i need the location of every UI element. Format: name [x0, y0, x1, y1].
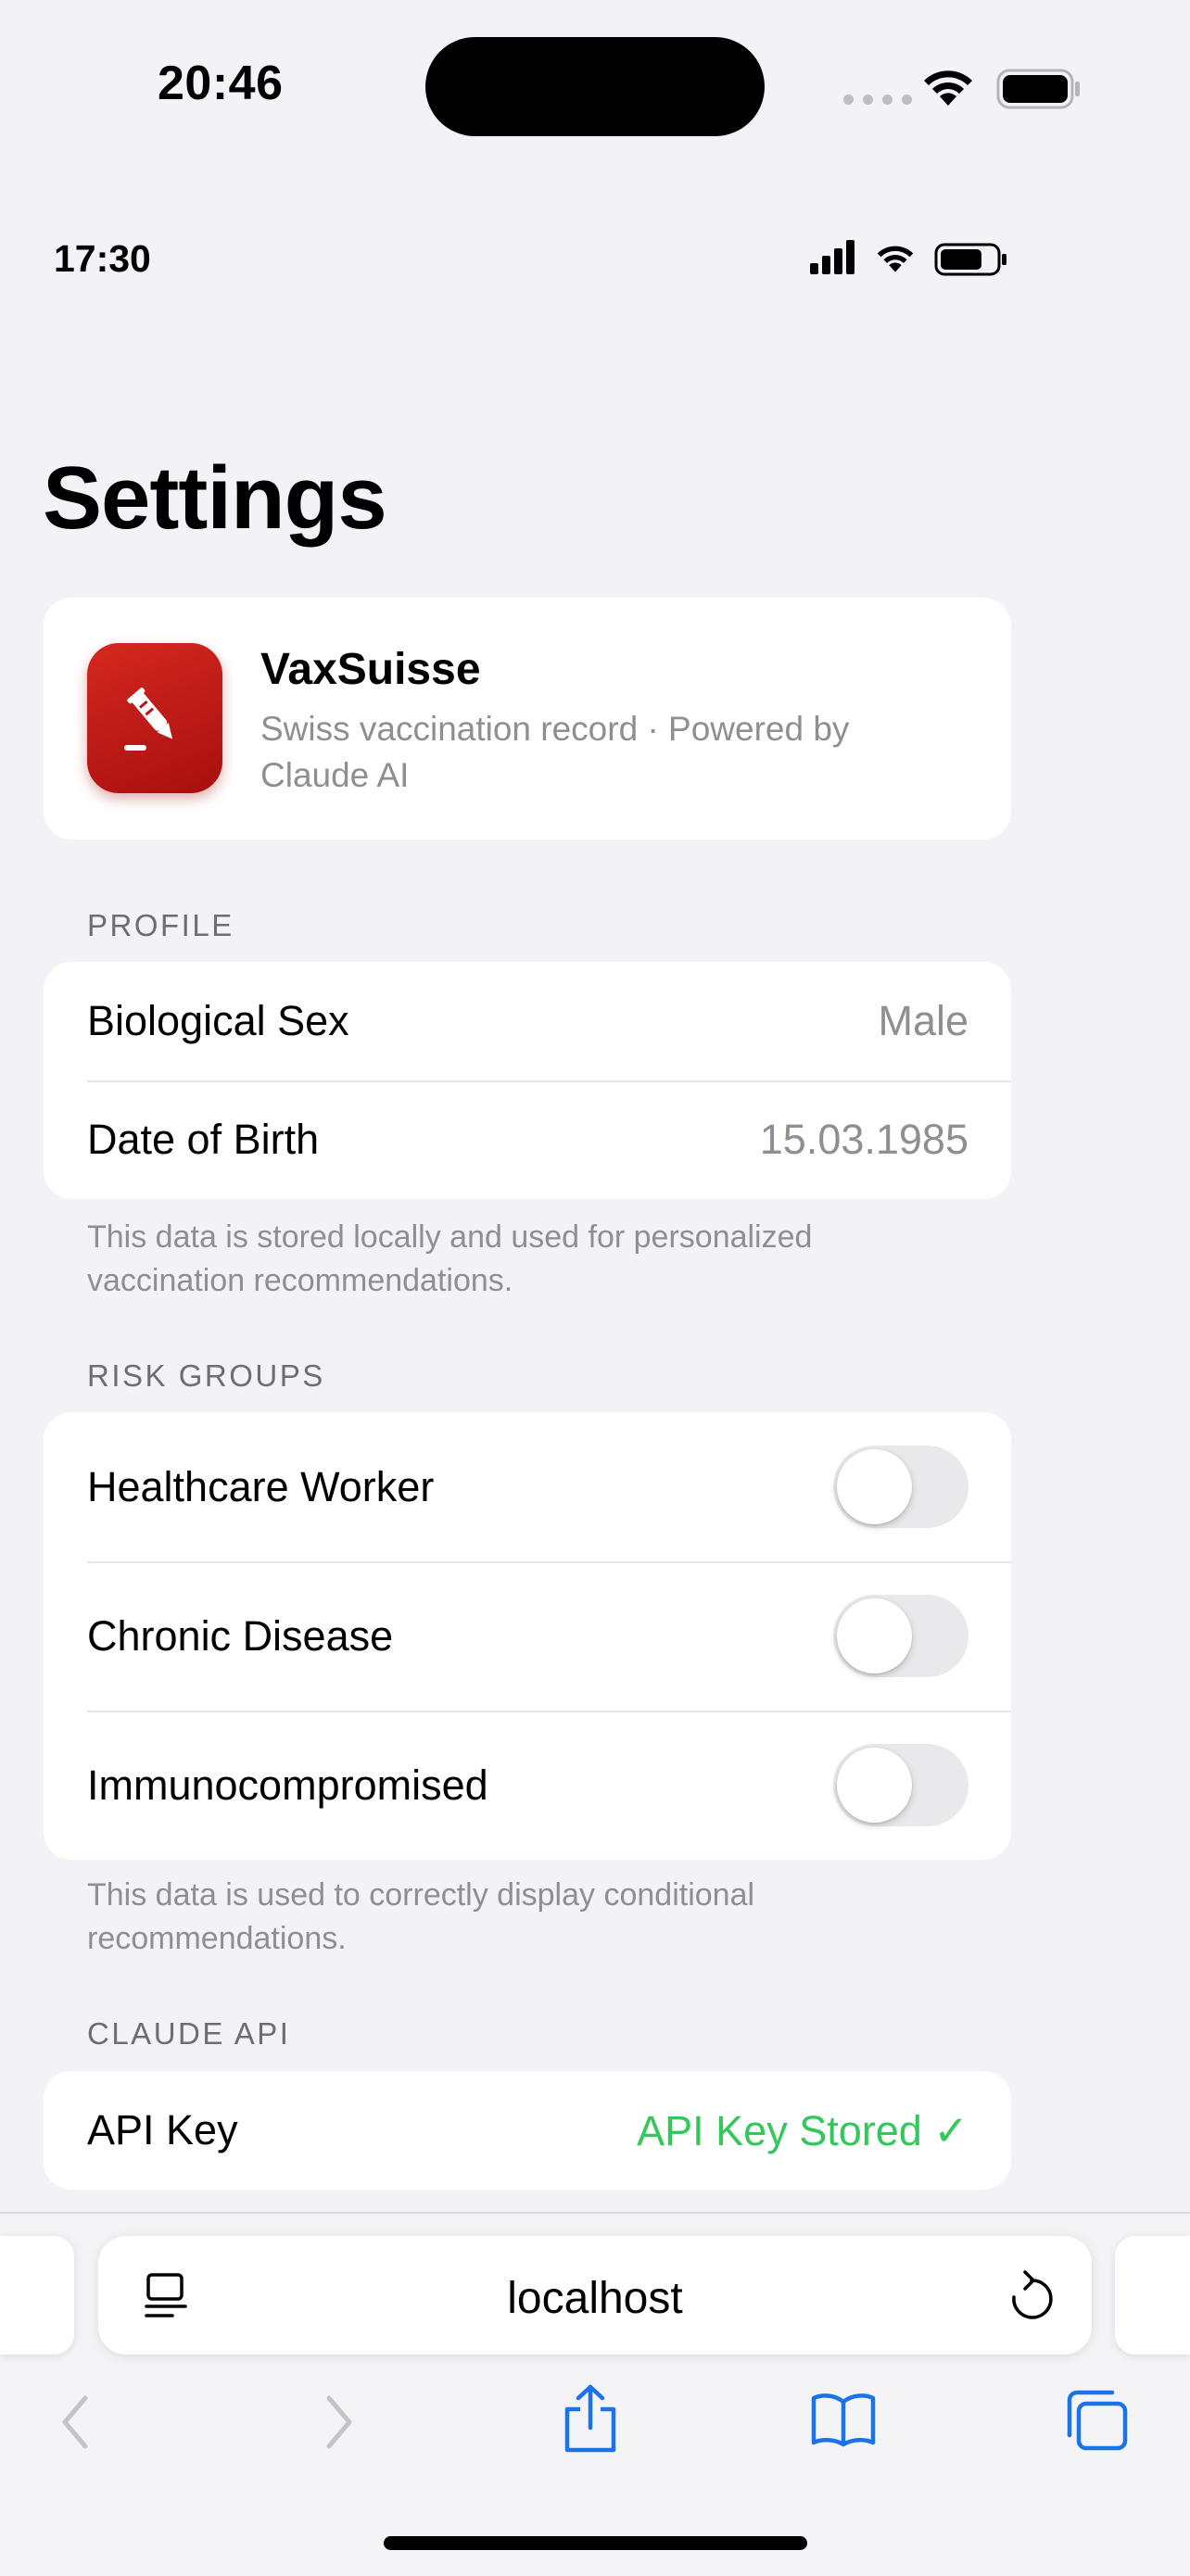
forward-icon[interactable] — [320, 2394, 357, 2450]
signal-bars-icon — [810, 240, 855, 274]
app-status-clock: 17:30 — [54, 237, 151, 280]
home-indicator[interactable] — [384, 2536, 807, 2550]
battery-icon — [996, 69, 1080, 109]
immunocompromised-toggle[interactable] — [833, 1744, 968, 1826]
risk-groups-card: Healthcare Worker Chronic Disease Immuno… — [44, 1412, 1011, 1860]
profile-card: Biological Sex Male Date of Birth 15.03.… — [44, 962, 1011, 1199]
profile-footnote: This data is stored locally and used for… — [87, 1219, 813, 1298]
profile-row-date-of-birth[interactable]: Date of Birth 15.03.1985 — [44, 1080, 1011, 1199]
app-wifi-icon — [877, 246, 914, 272]
row-label: Date of Birth — [87, 1116, 320, 1163]
app-icon — [87, 643, 222, 793]
app-battery-icon — [934, 243, 1006, 276]
bookmarks-icon[interactable] — [810, 2391, 877, 2448]
row-label: Immunocompromised — [87, 1761, 488, 1809]
chronic-disease-toggle[interactable] — [833, 1595, 968, 1677]
row-label: API Key — [87, 2106, 238, 2153]
dynamic-island — [425, 37, 765, 136]
profile-row-biological-sex[interactable]: Biological Sex Male — [44, 962, 1011, 1080]
url-text: localhost — [507, 2274, 683, 2323]
previous-tab-preview[interactable] — [0, 2236, 74, 2355]
section-header-claude-api: CLAUDE API — [87, 2016, 291, 2051]
toggle-knob — [837, 1449, 912, 1524]
app-name: VaxSuisse — [260, 645, 481, 694]
next-tab-preview[interactable] — [1115, 2236, 1190, 2355]
app-info-card: VaxSuisse Swiss vaccination record · Pow… — [44, 598, 1011, 840]
row-value: 15.03.1985 — [759, 1116, 968, 1163]
wifi-icon — [924, 70, 972, 106]
risk-row-immunocompromised: Immunocompromised — [44, 1711, 1011, 1860]
address-bar[interactable]: localhost — [98, 2236, 1092, 2355]
device-clock: 20:46 — [158, 57, 284, 110]
section-header-profile: PROFILE — [87, 908, 234, 942]
row-label: Healthcare Worker — [87, 1462, 435, 1510]
cellular-dots-icon — [843, 95, 912, 105]
back-icon[interactable] — [57, 2394, 95, 2450]
share-icon[interactable] — [560, 2383, 621, 2454]
page-title: Settings — [43, 448, 387, 548]
toggle-knob — [837, 1748, 912, 1823]
app-subtitle: Swiss vaccination record · Powered by Cl… — [260, 710, 850, 794]
syringe-pen-icon — [124, 688, 172, 751]
reload-icon[interactable] — [1006, 2269, 1057, 2323]
claude-api-card: API Key API Key Stored ✓ — [44, 2071, 1011, 2190]
api-key-status: API Key Stored ✓ — [637, 2106, 968, 2154]
row-label: Chronic Disease — [87, 1611, 394, 1660]
section-header-risk-groups: RISK GROUPS — [87, 1358, 325, 1393]
row-label: Biological Sex — [87, 997, 349, 1044]
risk-row-healthcare-worker: Healthcare Worker — [44, 1412, 1011, 1561]
tabs-icon[interactable] — [1064, 2389, 1129, 2452]
risk-row-chronic-disease: Chronic Disease — [44, 1561, 1011, 1711]
row-value: Male — [878, 997, 968, 1044]
toggle-knob — [837, 1598, 912, 1673]
api-key-row[interactable]: API Key API Key Stored ✓ — [44, 2071, 1011, 2190]
risk-groups-footnote: This data is used to correctly display c… — [87, 1877, 755, 1956]
healthcare-worker-toggle[interactable] — [833, 1446, 968, 1528]
